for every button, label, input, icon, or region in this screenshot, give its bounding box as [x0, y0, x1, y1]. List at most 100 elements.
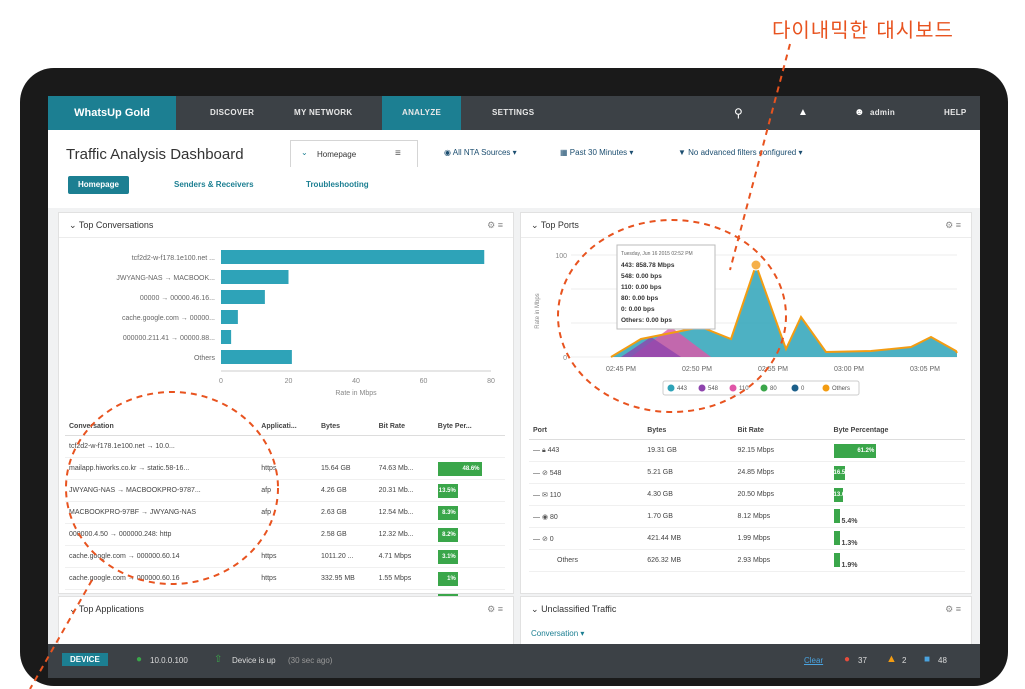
percent-cell [433, 435, 505, 458]
table-row[interactable]: 000000.4.50 → 000000.248: http 2.58 GB 12.… [65, 523, 505, 546]
time-filter[interactable]: ▦ Past 30 Minutes ▾ [560, 148, 633, 157]
collapse-icon[interactable]: — [533, 492, 542, 499]
col-header[interactable]: Port [529, 421, 644, 440]
user-icon[interactable]: ☻ [854, 96, 865, 130]
conversation-bar[interactable] [221, 290, 265, 304]
collapse-icon[interactable]: — [533, 514, 542, 521]
col-header[interactable]: Byte Per... [433, 417, 505, 436]
table-cell: 332.95 MB [316, 567, 375, 590]
bar-label: 00000 → 00000.46.16... [140, 295, 215, 302]
top-applications-panel: ⌄ Top Applications ⚙ ≡ [58, 596, 514, 646]
legend-label[interactable]: Others [832, 386, 850, 392]
table-cell: 1.99 Mbps [733, 527, 830, 550]
gear-icon[interactable]: ⚙ ≡ [487, 213, 503, 237]
device-badge[interactable]: DEVICE [62, 653, 108, 666]
collapse-icon[interactable]: — [533, 536, 542, 543]
top-navigation: WhatsUp Gold DISCOVER MY NETWORK ANALYZE… [48, 96, 980, 130]
percent-cell: 13.5% [433, 479, 505, 502]
legend-swatch[interactable] [698, 384, 706, 392]
tab-troubleshooting[interactable]: Troubleshooting [306, 176, 369, 194]
collapse-icon[interactable]: — [533, 447, 542, 454]
table-row[interactable]: — ⊘ 0 421.44 MB 1.99 Mbps 1.3% [529, 527, 965, 550]
chevron-down-icon[interactable]: ⌄ [69, 604, 77, 614]
table-row[interactable]: — ◉ 80 1.70 GB 8.12 Mbps 5.4% [529, 505, 965, 528]
table-cell: 5.21 GB [643, 461, 734, 484]
advanced-filter[interactable]: ▼ No advanced filters configured ▾ [678, 148, 802, 157]
bell-icon[interactable]: ▲ [798, 96, 808, 130]
device-ip[interactable]: 10.0.0.100 [150, 656, 188, 665]
table-cell: 8.12 Mbps [733, 505, 830, 528]
bar-label: 000000.211.41 → 00000.88... [123, 335, 215, 342]
table-cell: https [257, 457, 317, 480]
table-row[interactable]: cache.google.com → 000000.60.16 https 332.… [65, 567, 505, 590]
table-row[interactable]: JWYANG-NAS → MACBOOKPRO-9787... afp 4.26 G… [65, 479, 505, 502]
table-row[interactable]: cache.google.com → 000000.60.14 https 1011… [65, 545, 505, 568]
legend-swatch[interactable] [729, 384, 737, 392]
percent-bar: 48.6% [437, 461, 482, 476]
search-icon[interactable]: ⚲ [734, 96, 743, 130]
dashboard-header: Traffic Analysis Dashboard ⌄ Homepage ≡ … [48, 130, 980, 208]
nav-settings[interactable]: SETTINGS [486, 96, 540, 130]
legend-swatch[interactable] [667, 384, 675, 392]
user-name[interactable]: admin [870, 96, 895, 130]
collapse-icon[interactable]: — [533, 470, 542, 477]
nav-my-network[interactable]: MY NETWORK [288, 96, 358, 130]
col-header[interactable]: Bytes [643, 421, 734, 440]
table-row[interactable]: — 🔒︎ 443 19.31 GB 92.15 Mbps 61.2% [529, 439, 965, 462]
tab-homepage[interactable]: Homepage [68, 176, 129, 194]
conversation-dropdown[interactable]: Conversation ▾ [531, 629, 584, 638]
table-cell: https [257, 545, 317, 568]
error-count[interactable]: 37 [858, 656, 867, 665]
chevron-down-icon[interactable]: ⌄ [531, 604, 539, 614]
legend-label[interactable]: 80 [770, 386, 777, 392]
nav-discover[interactable]: DISCOVER [204, 96, 260, 130]
legend-swatch[interactable] [791, 384, 799, 392]
table-row[interactable]: — ⊘ 548 5.21 GB 24.85 Mbps 16.5% [529, 461, 965, 484]
gear-icon[interactable]: ⚙ ≡ [945, 597, 961, 621]
legend-label[interactable]: 548 [708, 386, 719, 392]
gear-icon[interactable]: ⚙ ≡ [487, 597, 503, 621]
col-header[interactable]: Byte Percentage [829, 421, 965, 440]
percent-cell: 1% [433, 567, 505, 590]
gear-icon[interactable]: ⚙ ≡ [945, 213, 961, 237]
conversation-bar[interactable] [221, 350, 292, 364]
conversation-bar[interactable] [221, 330, 232, 344]
table-cell: 626.32 MB [643, 549, 734, 572]
table-row[interactable]: MACBOOKPRO-97BF → JWYANG-NAS afp 2.63 GB 12… [65, 501, 505, 524]
panel-title: Top Ports [540, 220, 579, 230]
legend-swatch[interactable] [760, 384, 768, 392]
conversation-bar[interactable] [221, 270, 289, 284]
col-header[interactable]: Bytes [316, 417, 375, 436]
col-header[interactable]: Applicati... [257, 417, 317, 436]
nav-analyze[interactable]: ANALYZE [382, 96, 462, 130]
conversation-bar[interactable] [221, 310, 238, 324]
help-link[interactable]: HELP [944, 96, 967, 130]
warning-count[interactable]: 2 [902, 656, 906, 665]
conversation-dropdown-label: Conversation [531, 629, 579, 638]
table-row[interactable]: tcf2d2-w-f178.1e100.net → 10.0... [65, 435, 505, 458]
percent-bar: 13.6% [833, 487, 851, 502]
table-row[interactable]: mailapp.hiworks.co.kr → static.58-16... h… [65, 457, 505, 480]
chevron-down-icon[interactable]: ⌄ [69, 220, 77, 230]
brand-logo[interactable]: WhatsUp Gold [48, 96, 176, 130]
conversation-bar[interactable] [221, 250, 485, 264]
top-conversations-panel: ⌄ Top Conversations ⚙ ≡ tcf2d2-w-f178.1e… [58, 212, 514, 612]
source-filter[interactable]: ◉ All NTA Sources ▾ [444, 148, 517, 157]
col-header[interactable]: Bit Rate [374, 417, 434, 436]
legend-swatch[interactable] [822, 384, 830, 392]
table-row[interactable]: Others 626.32 MB 2.93 Mbps 1.9% [529, 549, 965, 572]
legend-label[interactable]: 110 [739, 386, 749, 392]
menu-icon[interactable]: ≡ [395, 148, 401, 159]
port-label: 443 [547, 446, 560, 454]
hover-point[interactable] [750, 259, 762, 271]
table-row[interactable]: — ✉ 110 4.30 GB 20.50 Mbps 13.6% [529, 483, 965, 506]
chevron-down-icon[interactable]: ⌄ [531, 220, 539, 230]
view-selector[interactable]: ⌄ Homepage ≡ [290, 140, 418, 167]
tab-senders-receivers[interactable]: Senders & Receivers [174, 176, 254, 194]
col-header[interactable]: Bit Rate [733, 421, 830, 440]
col-header[interactable]: Conversation [65, 417, 258, 436]
info-count[interactable]: 48 [938, 656, 947, 665]
table-cell: 4.26 GB [316, 479, 375, 502]
clear-link[interactable]: Clear [804, 656, 823, 665]
legend-label[interactable]: 443 [677, 386, 688, 392]
